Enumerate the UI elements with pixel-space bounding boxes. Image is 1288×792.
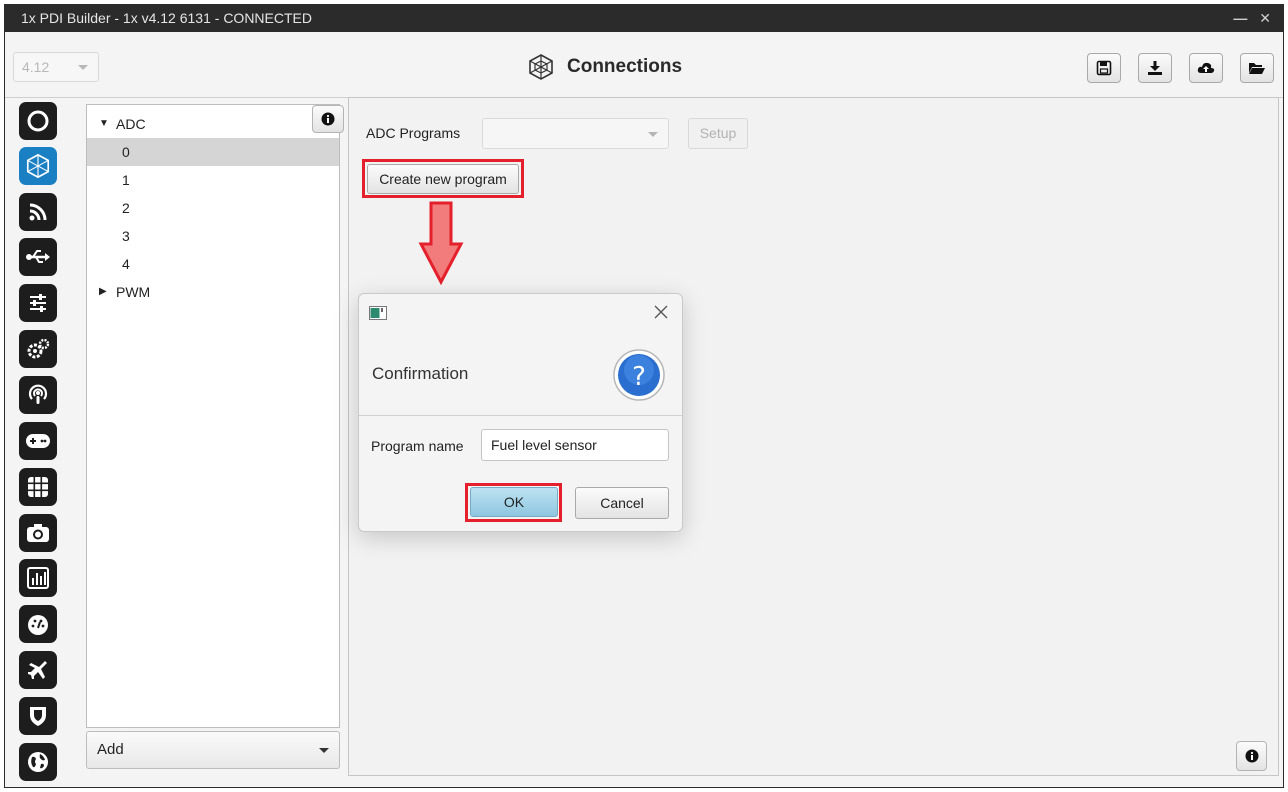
connections-icon <box>26 153 50 179</box>
cloud-upload-button[interactable] <box>1189 53 1223 83</box>
camera-icon <box>27 524 49 542</box>
collapsed-triangle-icon: ▶ <box>99 286 107 297</box>
sidebar-item-plane[interactable] <box>19 651 57 689</box>
top-toolbar: 4.12 Connections <box>5 32 1283 98</box>
adc-programs-label: ADC Programs <box>366 125 461 141</box>
program-name-label: Program name <box>371 438 464 454</box>
usb-icon <box>26 250 50 263</box>
sliders-icon <box>30 294 46 312</box>
open-folder-icon <box>1249 63 1265 74</box>
gears-icon <box>27 338 50 359</box>
expanded-triangle-icon: ▼ <box>99 118 109 129</box>
sidebar-item-camera[interactable] <box>19 514 57 552</box>
tree-node-adc-3[interactable]: 3 <box>87 222 339 250</box>
open-folder-button[interactable] <box>1240 53 1274 83</box>
chevron-down-icon <box>78 65 88 70</box>
power-icon <box>27 110 49 132</box>
sidebar-item-usb[interactable] <box>19 238 57 276</box>
window-title: 1x PDI Builder - 1x v4.12 6131 - CONNECT… <box>21 10 312 26</box>
svg-text:?: ? <box>632 362 646 392</box>
tree-node-adc-1[interactable]: 1 <box>87 166 339 194</box>
sidebar-item-sliders[interactable] <box>19 284 57 322</box>
sidebar-item-grid[interactable] <box>19 468 57 506</box>
sidebar-item-shield[interactable] <box>19 697 57 735</box>
version-value: 4.12 <box>22 59 50 75</box>
title-bar: 1x PDI Builder - 1x v4.12 6131 - CONNECT… <box>5 5 1283 32</box>
version-select[interactable]: 4.12 <box>13 52 99 82</box>
sidebar-item-podcast[interactable] <box>19 376 57 414</box>
tree-node-pwm[interactable]: ▶ PWM <box>87 278 339 306</box>
tree-node-adc-2[interactable]: 2 <box>87 194 339 222</box>
sidebar-item-connections[interactable] <box>19 147 57 185</box>
chart-icon <box>27 567 49 589</box>
sidebar-item-power[interactable] <box>19 102 57 140</box>
close-icon[interactable] <box>654 305 668 319</box>
setup-button[interactable]: Setup <box>688 118 748 149</box>
info-icon <box>1245 749 1258 763</box>
tree-node-label: 1 <box>122 172 130 188</box>
tree-node-adc-4[interactable]: 4 <box>87 250 339 278</box>
dialog-heading: Confirmation <box>372 364 469 383</box>
question-icon: ? <box>613 349 665 401</box>
save-icon <box>1096 60 1112 76</box>
cancel-button[interactable]: Cancel <box>575 487 669 519</box>
tree-node-label: 0 <box>122 144 130 160</box>
info-icon <box>321 112 335 126</box>
dialog-divider <box>359 415 682 416</box>
adc-programs-select[interactable] <box>482 118 669 149</box>
tree-node-label: 4 <box>122 256 130 272</box>
window-controls[interactable]: — ✕ <box>1233 5 1275 32</box>
app-window-icon <box>369 306 387 320</box>
add-select-label: Add <box>97 741 124 758</box>
plane-icon <box>28 661 47 679</box>
cloud-upload-icon <box>1197 62 1215 73</box>
sidebar-item-gears[interactable] <box>19 330 57 368</box>
download-icon <box>1148 61 1162 75</box>
page-title: Connections <box>567 56 683 77</box>
dashboard-icon <box>28 615 48 635</box>
tree-node-label: 3 <box>122 228 130 244</box>
highlight-frame <box>465 483 562 522</box>
sidebar-item-chart[interactable] <box>19 559 57 597</box>
download-button[interactable] <box>1138 53 1172 83</box>
program-name-input[interactable]: Fuel level sensor <box>481 429 669 461</box>
sidebar <box>14 98 62 788</box>
highlight-frame <box>362 159 524 198</box>
shield-icon <box>30 707 46 726</box>
connections-icon <box>529 54 553 80</box>
tree-node-adc-0[interactable]: 0 <box>87 138 339 166</box>
podcast-icon <box>28 384 48 404</box>
tree-node-adc[interactable]: ▼ ADC <box>87 110 339 138</box>
gamepad-icon <box>26 434 50 448</box>
tree-info-button[interactable] <box>312 105 344 133</box>
sidebar-item-feed[interactable] <box>19 193 57 231</box>
grid-icon <box>28 477 48 497</box>
globe-icon <box>28 752 48 772</box>
tree-node-label: ADC <box>116 116 146 132</box>
down-arrow-indicator <box>418 201 464 286</box>
page-heading: Connections <box>527 52 682 82</box>
save-button[interactable] <box>1087 53 1121 83</box>
feed-icon <box>29 203 47 221</box>
main-info-button[interactable] <box>1236 741 1267 771</box>
add-select[interactable]: Add <box>86 731 340 769</box>
module-tree[interactable]: ▼ ADC 0 1 2 3 4 ▶ PWM <box>86 104 340 728</box>
sidebar-item-gamepad[interactable] <box>19 422 57 460</box>
chevron-down-icon <box>319 748 329 753</box>
tree-node-label: PWM <box>116 284 151 300</box>
sidebar-item-globe[interactable] <box>19 743 57 781</box>
chevron-down-icon <box>648 132 658 137</box>
sidebar-item-dashboard[interactable] <box>19 605 57 643</box>
tree-node-label: 2 <box>122 200 130 216</box>
